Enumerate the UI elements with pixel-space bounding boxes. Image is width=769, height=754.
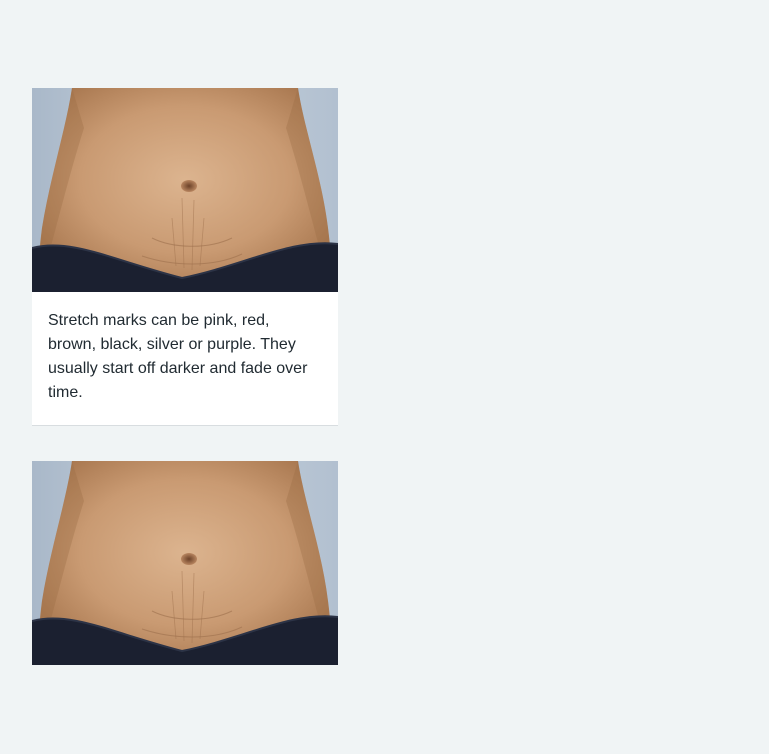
image-card [32, 461, 338, 665]
stretch-marks-photo [32, 461, 338, 665]
caption-text: Stretch marks can be pink, red, brown, b… [48, 312, 308, 401]
abdomen-image [32, 461, 338, 665]
stretch-marks-photo [32, 88, 338, 292]
image-caption: Stretch marks can be pink, red, brown, b… [32, 292, 338, 426]
image-card: Stretch marks can be pink, red, brown, b… [32, 88, 338, 426]
abdomen-image [32, 88, 338, 292]
